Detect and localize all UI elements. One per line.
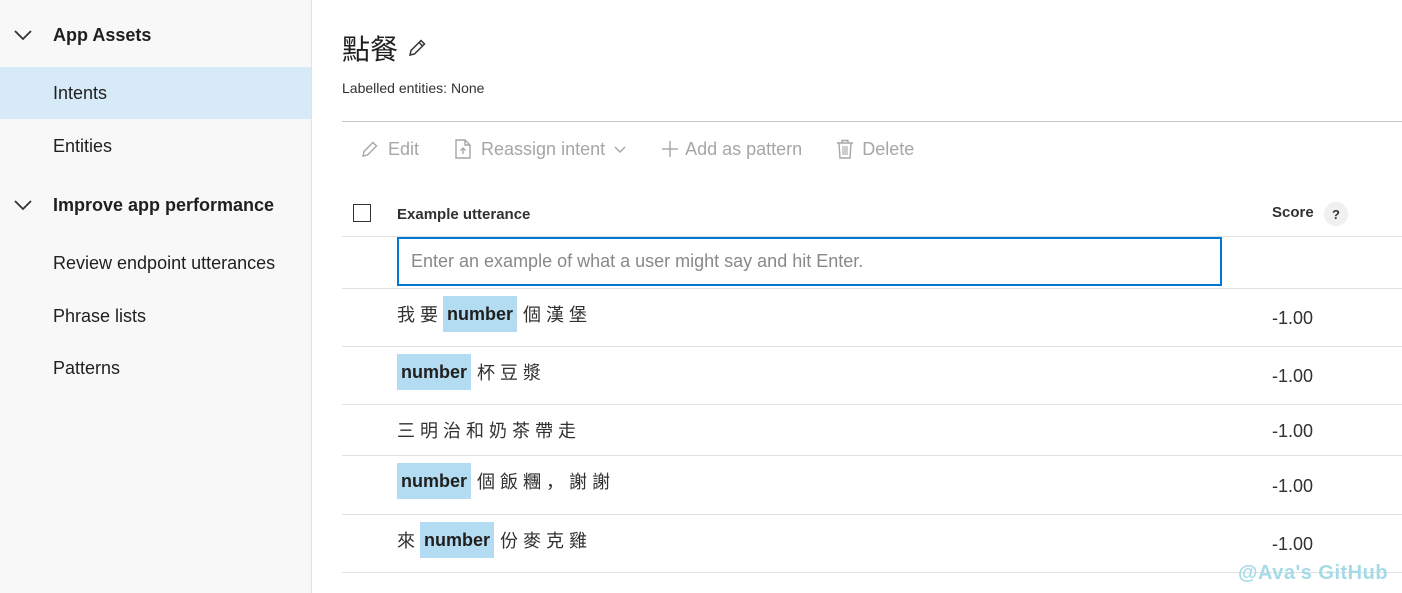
utterance-text: 三明治和奶茶帶走 bbox=[397, 421, 581, 441]
help-icon[interactable]: ? bbox=[1324, 202, 1348, 226]
sidebar-item-review-endpoint-utterances[interactable]: Review endpoint utterances bbox=[0, 237, 311, 289]
table-row[interactable]: 來 number 份麥克雞 bbox=[397, 522, 592, 558]
entity-label[interactable]: number bbox=[443, 296, 518, 332]
toolbar: Edit Reassign intent Add as pattern Dele… bbox=[360, 134, 914, 164]
delete-label: Delete bbox=[862, 138, 915, 159]
table-row[interactable]: number 個飯糰，謝謝 bbox=[397, 463, 615, 499]
score-value: -1.00 bbox=[1272, 366, 1314, 386]
row-divider bbox=[342, 346, 1402, 347]
page-title: 點餐 bbox=[342, 33, 399, 66]
row-divider bbox=[342, 404, 1402, 405]
utterance-text: 來 bbox=[397, 531, 420, 551]
utterance-text: 我要 bbox=[397, 305, 443, 325]
labelled-entities: Labelled entities: None bbox=[342, 80, 485, 96]
edit-label: Edit bbox=[388, 138, 420, 159]
row-divider bbox=[342, 514, 1402, 515]
column-header-score[interactable]: Score bbox=[1272, 204, 1314, 221]
pencil-icon[interactable] bbox=[406, 37, 428, 59]
sidebar-item-patterns[interactable]: Patterns bbox=[0, 342, 311, 394]
reassign-intent-button[interactable]: Reassign intent bbox=[453, 138, 627, 160]
utterance-input[interactable] bbox=[397, 237, 1222, 286]
utterance-text: 個漢堡 bbox=[523, 305, 593, 325]
entity-label[interactable]: number bbox=[420, 522, 495, 558]
table-row[interactable]: 三明治和奶茶帶走 bbox=[397, 412, 581, 448]
chevron-down-icon[interactable] bbox=[12, 24, 34, 46]
title-row: 點餐 bbox=[342, 28, 428, 68]
sidebar: App Assets Intents Entities Improve app … bbox=[0, 0, 312, 593]
pencil-icon bbox=[362, 141, 378, 157]
add-as-pattern-button[interactable]: Add as pattern bbox=[661, 139, 802, 160]
row-divider bbox=[342, 455, 1402, 456]
utterance-text: 個飯糰，謝謝 bbox=[477, 472, 616, 492]
sidebar-item-label: Entities bbox=[53, 135, 113, 156]
chevron-down-icon[interactable] bbox=[12, 194, 34, 216]
select-all-checkbox[interactable] bbox=[353, 204, 371, 222]
row-divider bbox=[342, 288, 1402, 289]
score-value: -1.00 bbox=[1272, 476, 1314, 496]
utterance-text: 份麥克雞 bbox=[500, 531, 593, 551]
sidebar-item-label: Review endpoint utterances bbox=[53, 252, 276, 273]
table-row[interactable]: 我要 number 個漢堡 bbox=[397, 296, 592, 332]
watermark: @Ava's GitHub bbox=[1238, 562, 1389, 584]
column-header-utterance[interactable]: Example utterance bbox=[397, 206, 530, 223]
sidebar-item-intents[interactable]: Intents bbox=[0, 67, 311, 119]
section-improve-app-performance[interactable]: Improve app performance bbox=[0, 180, 311, 230]
section-label: App Assets bbox=[53, 24, 152, 45]
sidebar-item-phrase-lists[interactable]: Phrase lists bbox=[0, 290, 311, 342]
entity-label[interactable]: number bbox=[397, 463, 472, 499]
sidebar-item-label: Patterns bbox=[53, 357, 121, 378]
section-app-assets[interactable]: App Assets bbox=[0, 10, 311, 60]
sidebar-item-label: Phrase lists bbox=[53, 305, 147, 326]
reassign-icon bbox=[455, 139, 471, 159]
plus-icon bbox=[662, 141, 679, 157]
trash-icon bbox=[837, 139, 854, 159]
sidebar-item-label: Intents bbox=[53, 82, 108, 103]
utterance-text: 杯豆漿 bbox=[477, 363, 547, 383]
section-label: Improve app performance bbox=[53, 194, 275, 215]
reassign-label: Reassign intent bbox=[481, 138, 606, 159]
main-panel: 點餐 Labelled entities: None Edit Reassign… bbox=[342, 0, 1402, 593]
delete-button[interactable]: Delete bbox=[836, 139, 914, 160]
sidebar-item-entities[interactable]: Entities bbox=[0, 120, 311, 172]
divider bbox=[342, 121, 1402, 122]
edit-button[interactable]: Edit bbox=[360, 139, 419, 160]
score-value: -1.00 bbox=[1272, 421, 1314, 441]
table-row[interactable]: number 杯豆漿 bbox=[397, 354, 546, 390]
chevron-down-icon bbox=[614, 146, 626, 153]
add-as-pattern-label: Add as pattern bbox=[685, 138, 803, 159]
entity-label[interactable]: number bbox=[397, 354, 472, 390]
score-value: -1.00 bbox=[1272, 534, 1314, 554]
score-value: -1.00 bbox=[1272, 308, 1314, 328]
